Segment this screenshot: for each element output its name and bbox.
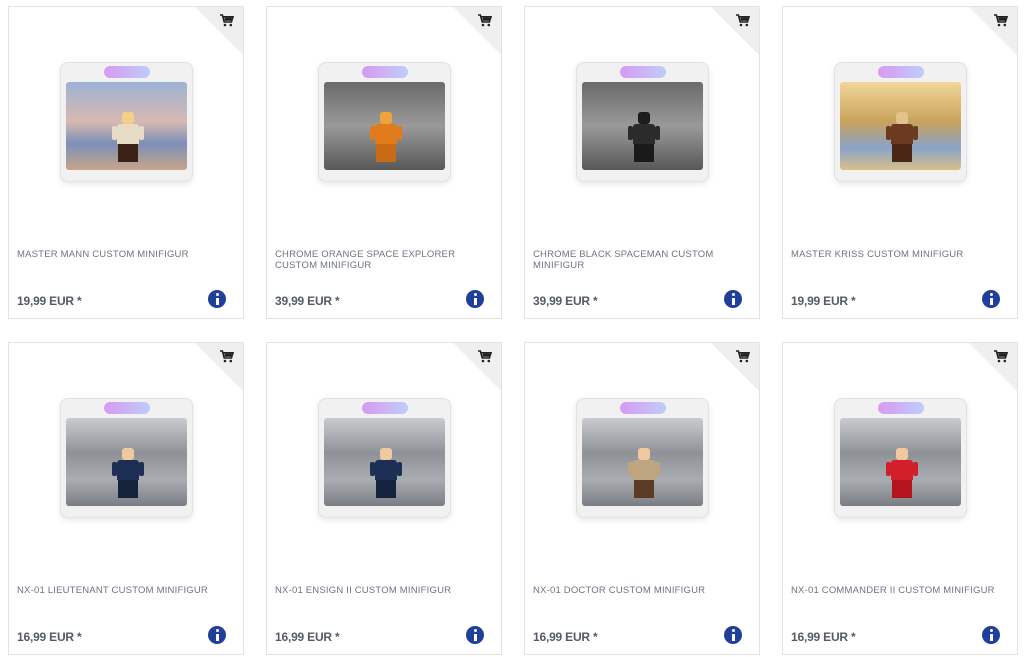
shopping-cart-icon[interactable] xyxy=(220,350,234,363)
product-card[interactable]: NX-01 LIEUTENANT CUSTOM MINIFIGUR 16,99 … xyxy=(8,342,244,655)
product-price: 39,99 EUR * xyxy=(275,294,340,308)
minifigure xyxy=(112,112,144,172)
info-icon[interactable] xyxy=(208,626,226,644)
card-corner xyxy=(711,7,759,55)
product-price: 19,99 EUR * xyxy=(791,294,856,308)
product-title[interactable]: MASTER KRISS CUSTOM MINIFIGUR xyxy=(791,249,1009,260)
minifigure xyxy=(886,448,918,508)
card-corner xyxy=(453,7,501,55)
info-icon[interactable] xyxy=(208,290,226,308)
product-price: 16,99 EUR * xyxy=(533,630,598,644)
product-card[interactable]: NX-01 COMMANDER II CUSTOM MINIFIGUR 16,9… xyxy=(782,342,1018,655)
minifigure xyxy=(112,448,144,508)
info-icon[interactable] xyxy=(466,290,484,308)
product-title[interactable]: CHROME BLACK SPACEMAN CUSTOM MINIFIGUR xyxy=(533,249,751,271)
product-card[interactable]: CHROME BLACK SPACEMAN CUSTOM MINIFIGUR 3… xyxy=(524,6,760,319)
card-corner xyxy=(969,343,1017,391)
product-card[interactable]: CHROME ORANGE SPACE EXPLORER CUSTOM MINI… xyxy=(266,6,502,319)
product-price: 16,99 EUR * xyxy=(275,630,340,644)
info-icon[interactable] xyxy=(982,626,1000,644)
product-title[interactable]: CHROME ORANGE SPACE EXPLORER CUSTOM MINI… xyxy=(275,249,493,271)
minifigure xyxy=(628,112,660,172)
brand-logo xyxy=(878,66,924,78)
product-grid: MASTER MANN CUSTOM MINIFIGUR 19,99 EUR *… xyxy=(0,0,1024,657)
product-image[interactable] xyxy=(834,62,967,182)
product-title[interactable]: NX-01 LIEUTENANT CUSTOM MINIFIGUR xyxy=(17,585,235,596)
product-title[interactable]: MASTER MANN CUSTOM MINIFIGUR xyxy=(17,249,235,260)
product-image[interactable] xyxy=(60,398,193,518)
product-price: 39,99 EUR * xyxy=(533,294,598,308)
product-image[interactable] xyxy=(576,398,709,518)
shopping-cart-icon[interactable] xyxy=(994,350,1008,363)
brand-logo xyxy=(620,66,666,78)
brand-logo xyxy=(104,402,150,414)
brand-logo xyxy=(362,402,408,414)
minifigure xyxy=(886,112,918,172)
product-title[interactable]: NX-01 COMMANDER II CUSTOM MINIFIGUR xyxy=(791,585,1009,596)
product-price: 16,99 EUR * xyxy=(791,630,856,644)
product-image[interactable] xyxy=(318,62,451,182)
card-corner xyxy=(195,7,243,55)
brand-logo xyxy=(104,66,150,78)
shopping-cart-icon[interactable] xyxy=(478,14,492,27)
shopping-cart-icon[interactable] xyxy=(736,14,750,27)
product-card[interactable]: MASTER MANN CUSTOM MINIFIGUR 19,99 EUR * xyxy=(8,6,244,319)
info-icon[interactable] xyxy=(982,290,1000,308)
shopping-cart-icon[interactable] xyxy=(220,14,234,27)
card-corner xyxy=(711,343,759,391)
brand-logo xyxy=(362,66,408,78)
shopping-cart-icon[interactable] xyxy=(478,350,492,363)
product-price: 19,99 EUR * xyxy=(17,294,82,308)
product-image[interactable] xyxy=(576,62,709,182)
card-corner xyxy=(969,7,1017,55)
info-icon[interactable] xyxy=(724,290,742,308)
product-image[interactable] xyxy=(318,398,451,518)
product-image[interactable] xyxy=(834,398,967,518)
info-icon[interactable] xyxy=(466,626,484,644)
shopping-cart-icon[interactable] xyxy=(994,14,1008,27)
shopping-cart-icon[interactable] xyxy=(736,350,750,363)
product-card[interactable]: MASTER KRISS CUSTOM MINIFIGUR 19,99 EUR … xyxy=(782,6,1018,319)
minifigure xyxy=(628,448,660,508)
info-icon[interactable] xyxy=(724,626,742,644)
card-corner xyxy=(453,343,501,391)
product-card[interactable]: NX-01 DOCTOR CUSTOM MINIFIGUR 16,99 EUR … xyxy=(524,342,760,655)
product-price: 16,99 EUR * xyxy=(17,630,82,644)
minifigure xyxy=(370,448,402,508)
product-image[interactable] xyxy=(60,62,193,182)
brand-logo xyxy=(878,402,924,414)
brand-logo xyxy=(620,402,666,414)
card-corner xyxy=(195,343,243,391)
product-title[interactable]: NX-01 DOCTOR CUSTOM MINIFIGUR xyxy=(533,585,751,596)
product-title[interactable]: NX-01 ENSIGN II CUSTOM MINIFIGUR xyxy=(275,585,493,596)
minifigure xyxy=(370,112,402,172)
product-card[interactable]: NX-01 ENSIGN II CUSTOM MINIFIGUR 16,99 E… xyxy=(266,342,502,655)
